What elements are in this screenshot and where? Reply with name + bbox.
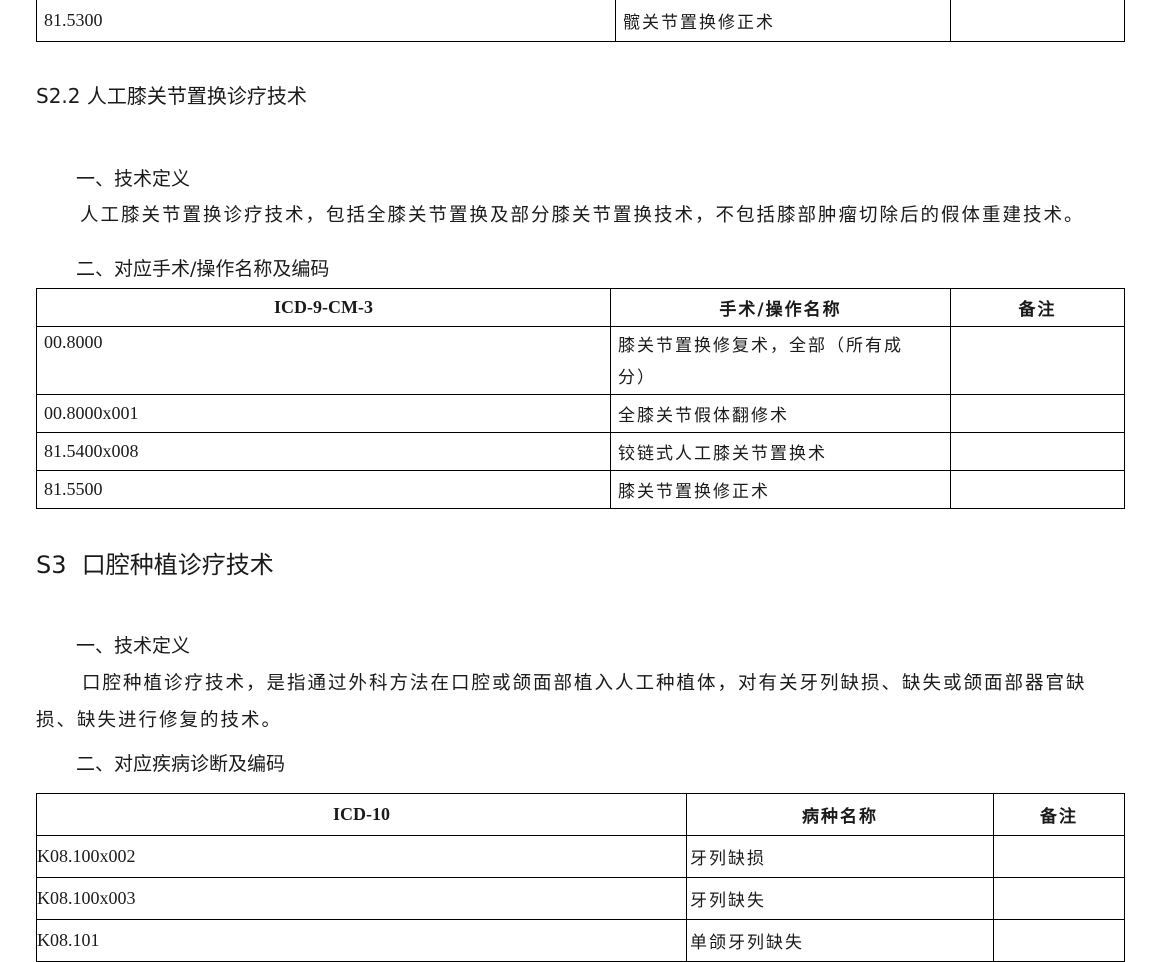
note-cell xyxy=(993,835,1125,878)
definition-title: 一、技术定义 xyxy=(76,635,191,657)
dental-diagnosis-table: ICD-10 病种名称 备注 K08.100x002 牙列缺损 K08.100x… xyxy=(36,793,1125,962)
name-cell: 膝关节置换修正术 xyxy=(610,470,951,509)
code-cell: 00.8000 xyxy=(36,326,611,395)
definition-text-line-2: 损、缺失进行修复的技术。 xyxy=(36,710,283,731)
header-code: ICD-10 xyxy=(36,793,687,836)
definition-text-line-1: 口腔种植诊疗技术，是指通过外科方法在口腔或颌面部植入人工种植体，对有关牙列缺损、… xyxy=(82,673,1087,694)
header-code: ICD-9-CM-3 xyxy=(36,288,611,327)
note-cell xyxy=(993,919,1125,962)
table-row: 00.8000 膝关节置换修复术，全部（所有成 分） xyxy=(36,326,1125,395)
note-cell xyxy=(993,877,1125,920)
name-line-1: 膝关节置换修复术，全部（所有成 xyxy=(618,336,903,356)
note-cell xyxy=(950,326,1125,395)
code-cell: 81.5400x008 xyxy=(36,432,611,471)
table-header-row: ICD-9-CM-3 手术/操作名称 备注 xyxy=(36,288,1125,327)
table-row: 81.5500 膝关节置换修正术 xyxy=(36,470,1125,509)
code-cell: 81.5500 xyxy=(36,470,611,509)
operations-title: 二、对应手术/操作名称及编码 xyxy=(76,258,330,280)
name-cell: 膝关节置换修复术，全部（所有成 分） xyxy=(610,326,951,395)
table-header-row: ICD-10 病种名称 备注 xyxy=(36,793,1125,836)
name-cell: 全膝关节假体翻修术 xyxy=(610,394,951,433)
header-note: 备注 xyxy=(993,793,1125,836)
name-cell: 牙列缺损 xyxy=(686,835,994,878)
section-heading-s22: S2.2 人工膝关节置换诊疗技术 xyxy=(36,84,307,108)
table-row: K08.100x003 牙列缺失 xyxy=(36,877,1125,920)
section-heading-s3: S3 口腔种植诊疗技术 xyxy=(36,551,274,579)
code-cell: K08.100x002 xyxy=(36,835,687,878)
definition-title: 一、技术定义 xyxy=(76,168,191,190)
table-row: 81.5300 髋关节置换修正术 xyxy=(36,0,1125,42)
table-row: K08.101 单颌牙列缺失 xyxy=(36,919,1125,962)
table-row: K08.100x002 牙列缺损 xyxy=(36,835,1125,878)
header-name: 手术/操作名称 xyxy=(610,288,951,327)
header-note: 备注 xyxy=(950,288,1125,327)
definition-text: 人工膝关节置换诊疗技术，包括全膝关节置换及部分膝关节置换技术，不包括膝部肿瘤切除… xyxy=(80,205,1085,226)
code-cell: 81.5300 xyxy=(36,0,616,42)
hip-code-table: 81.5300 髋关节置换修正术 xyxy=(36,0,1125,42)
table-row: 81.5400x008 铰链式人工膝关节置换术 xyxy=(36,432,1125,471)
name-cell: 单颌牙列缺失 xyxy=(686,919,994,962)
note-cell xyxy=(950,470,1125,509)
note-cell xyxy=(950,432,1125,471)
diagnosis-title: 二、对应疾病诊断及编码 xyxy=(76,753,286,775)
knee-operations-table: ICD-9-CM-3 手术/操作名称 备注 00.8000 膝关节置换修复术，全… xyxy=(36,288,1125,509)
name-cell: 髋关节置换修正术 xyxy=(615,0,951,42)
note-cell xyxy=(950,394,1125,433)
header-name: 病种名称 xyxy=(686,793,994,836)
table-row: 00.8000x001 全膝关节假体翻修术 xyxy=(36,394,1125,433)
name-cell: 牙列缺失 xyxy=(686,877,994,920)
name-cell: 铰链式人工膝关节置换术 xyxy=(610,432,951,471)
code-cell: K08.101 xyxy=(36,919,687,962)
name-line-2: 分） xyxy=(618,368,656,388)
note-cell xyxy=(950,0,1125,42)
code-cell: K08.100x003 xyxy=(36,877,687,920)
code-cell: 00.8000x001 xyxy=(36,394,611,433)
